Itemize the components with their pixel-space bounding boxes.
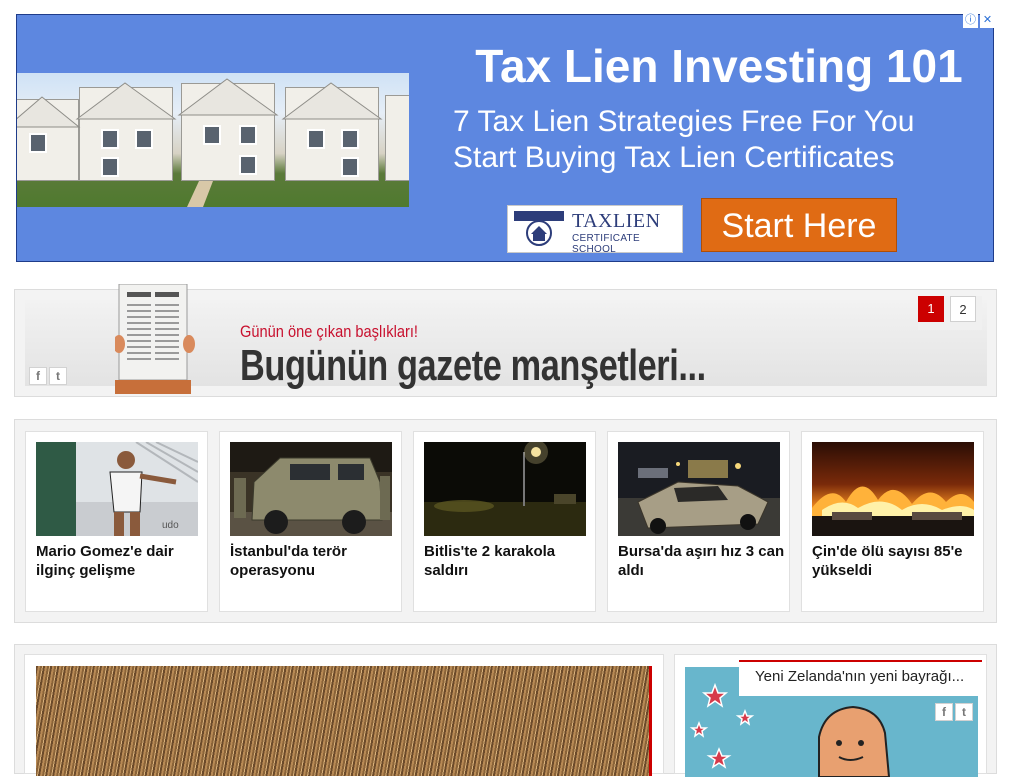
twitter-icon[interactable]: t bbox=[49, 367, 67, 385]
houses-photo bbox=[17, 73, 409, 207]
news-card[interactable]: Bursa'da aşırı hız 3 can aldı bbox=[607, 431, 790, 612]
twitter-icon[interactable]: t bbox=[955, 703, 973, 721]
taxlien-badge-icon bbox=[514, 211, 564, 246]
news-image-football[interactable]: udo bbox=[36, 442, 198, 536]
news-caption[interactable]: Mario Gomez'e dair ilginç gelişme bbox=[36, 542, 204, 580]
side-story-title[interactable]: Yeni Zelanda'nın yeni bayrağı... bbox=[739, 660, 982, 696]
facebook-icon[interactable]: f bbox=[935, 703, 953, 721]
ad-headline[interactable]: Tax Lien Investing 101 bbox=[449, 39, 989, 93]
news-card[interactable]: Bitlis'te 2 karakola saldırı bbox=[413, 431, 596, 612]
svg-text:udo: udo bbox=[162, 520, 179, 531]
start-here-button[interactable]: Start Here bbox=[701, 198, 897, 252]
headlines-social: f t bbox=[29, 367, 67, 385]
headlines-banner-inner[interactable]: Günün öne çıkan başlıkları! Bugünün gaze… bbox=[25, 284, 987, 394]
newspaper-icon bbox=[115, 284, 195, 394]
news-card[interactable]: İstanbul'da terör operasyonu bbox=[219, 431, 402, 612]
news-image-fire[interactable] bbox=[812, 442, 974, 536]
news-card[interactable]: Çin'de ölü sayısı 85'e yükseldi bbox=[801, 431, 984, 612]
ad-logo-tagline: CERTIFICATE SCHOOL bbox=[572, 233, 640, 255]
featured-story[interactable] bbox=[24, 654, 664, 776]
ad-logo-brand: TAXLIEN bbox=[572, 210, 661, 232]
news-caption[interactable]: Bursa'da aşırı hız 3 can aldı bbox=[618, 542, 786, 580]
news-strip: udo Mario Gomez'e dair ilginç gelişme İs… bbox=[14, 419, 997, 623]
side-story[interactable]: Yeni Zelanda'nın yeni bayrağı... f t bbox=[674, 654, 987, 777]
ad-subtitle-line-2[interactable]: Start Buying Tax Lien Certificates bbox=[453, 141, 894, 175]
news-image-crash[interactable] bbox=[618, 442, 780, 536]
featured-fur-image[interactable] bbox=[36, 666, 652, 776]
news-image-police[interactable] bbox=[230, 442, 392, 536]
news-image-night[interactable] bbox=[424, 442, 586, 536]
taxlien-logo[interactable]: TAXLIEN CERTIFICATE SCHOOL bbox=[507, 205, 683, 255]
news-caption[interactable]: İstanbul'da terör operasyonu bbox=[230, 542, 398, 580]
ad-choices[interactable]: ⓘ ✕ bbox=[963, 13, 995, 28]
side-story-social: f t bbox=[935, 703, 973, 721]
info-icon[interactable]: ⓘ bbox=[963, 13, 978, 28]
news-card[interactable]: udo Mario Gomez'e dair ilginç gelişme bbox=[25, 431, 208, 612]
close-icon[interactable]: ✕ bbox=[980, 13, 995, 28]
advertisement-banner[interactable]: Tax Lien Investing 101 7 Tax Lien Strate… bbox=[16, 14, 994, 262]
ad-subtitle-line-1[interactable]: 7 Tax Lien Strategies Free For You bbox=[453, 105, 914, 139]
facebook-icon[interactable]: f bbox=[29, 367, 47, 385]
accent-bar bbox=[649, 666, 652, 776]
page-2-button[interactable]: 2 bbox=[950, 296, 976, 322]
news-caption[interactable]: Çin'de ölü sayısı 85'e yükseldi bbox=[812, 542, 980, 580]
headlines-title[interactable]: Bugünün gazete manşetleri... bbox=[240, 341, 706, 391]
featured-section: Yeni Zelanda'nın yeni bayrağı... f t bbox=[14, 644, 997, 777]
headlines-pager: 1 2 bbox=[918, 296, 982, 330]
headlines-banner[interactable]: Günün öne çıkan başlıkları! Bugünün gaze… bbox=[14, 284, 997, 397]
side-story-title-text[interactable]: Yeni Zelanda'nın yeni bayrağı... bbox=[755, 668, 964, 685]
page-1-button[interactable]: 1 bbox=[918, 296, 944, 322]
news-caption[interactable]: Bitlis'te 2 karakola saldırı bbox=[424, 542, 592, 580]
headlines-kicker[interactable]: Günün öne çıkan başlıkları! bbox=[240, 322, 418, 342]
